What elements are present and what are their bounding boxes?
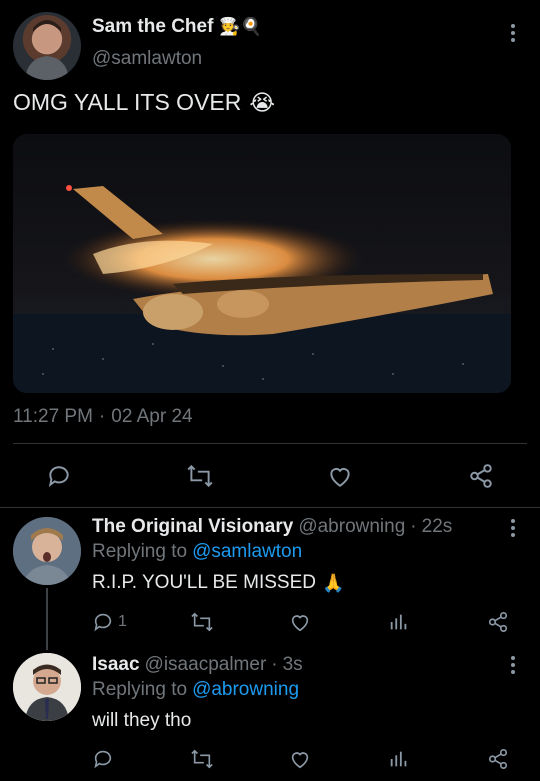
tweet-text: OMG YALL ITS OVER	[13, 89, 242, 115]
reply-icon[interactable]	[92, 748, 114, 770]
reply-icon[interactable]	[92, 611, 114, 633]
reply-age: 22s	[421, 516, 453, 537]
share-icon[interactable]	[487, 611, 509, 633]
more-options-icon[interactable]	[502, 20, 524, 46]
more-options-icon[interactable]	[502, 515, 524, 541]
analytics-icon[interactable]	[388, 611, 410, 633]
retweet-icon[interactable]	[186, 463, 214, 489]
author-avatar[interactable]	[13, 12, 81, 80]
reply-handle[interactable]: @abrowning	[298, 516, 405, 538]
reply-text: R.I.P. YOU'LL BE MISSED	[92, 572, 316, 593]
reply-count: 1	[118, 613, 127, 630]
replying-to-handle[interactable]: @abrowning	[192, 679, 299, 701]
divider	[0, 507, 540, 508]
replying-to-handle[interactable]: @samlawton	[192, 541, 302, 563]
thread-line	[46, 588, 48, 650]
share-icon[interactable]	[487, 748, 509, 770]
reply-age: 3s	[282, 654, 303, 675]
divider	[13, 443, 527, 444]
like-icon[interactable]	[289, 748, 311, 770]
reply-dot: ·	[410, 516, 417, 537]
reply-avatar[interactable]	[13, 517, 81, 585]
retweet-icon[interactable]	[190, 748, 214, 770]
author-name[interactable]: Sam the Chef	[92, 16, 213, 38]
retweet-icon[interactable]	[190, 611, 214, 633]
replying-to-label: Replying to	[92, 679, 188, 700]
author-emoji: 🧑‍🍳🍳	[219, 17, 262, 36]
share-icon[interactable]	[468, 463, 494, 489]
reply-author-name[interactable]: Isaac	[92, 654, 140, 676]
analytics-icon[interactable]	[388, 748, 410, 770]
replying-to-label: Replying to	[92, 541, 188, 562]
like-icon[interactable]	[327, 463, 353, 489]
reply-avatar[interactable]	[13, 653, 81, 721]
like-icon[interactable]	[289, 611, 311, 633]
tweet-date: 02 Apr 24	[111, 406, 193, 427]
reply-author-name[interactable]: The Original Visionary	[92, 516, 293, 538]
tweet-media-image[interactable]	[13, 134, 511, 393]
reply-text: will they tho	[92, 710, 192, 731]
reply-icon[interactable]	[46, 463, 72, 489]
more-options-icon[interactable]	[502, 652, 524, 678]
reply-handle[interactable]: @isaacpalmer	[145, 654, 267, 676]
pray-emoji: 🙏	[321, 572, 345, 593]
tweet-time: 11:27 PM	[13, 406, 93, 427]
crying-emoji: 😭	[249, 89, 276, 115]
reply-dot: ·	[271, 654, 278, 675]
author-handle[interactable]: @samlawton	[92, 48, 202, 70]
tweet-dot: ·	[98, 406, 106, 427]
